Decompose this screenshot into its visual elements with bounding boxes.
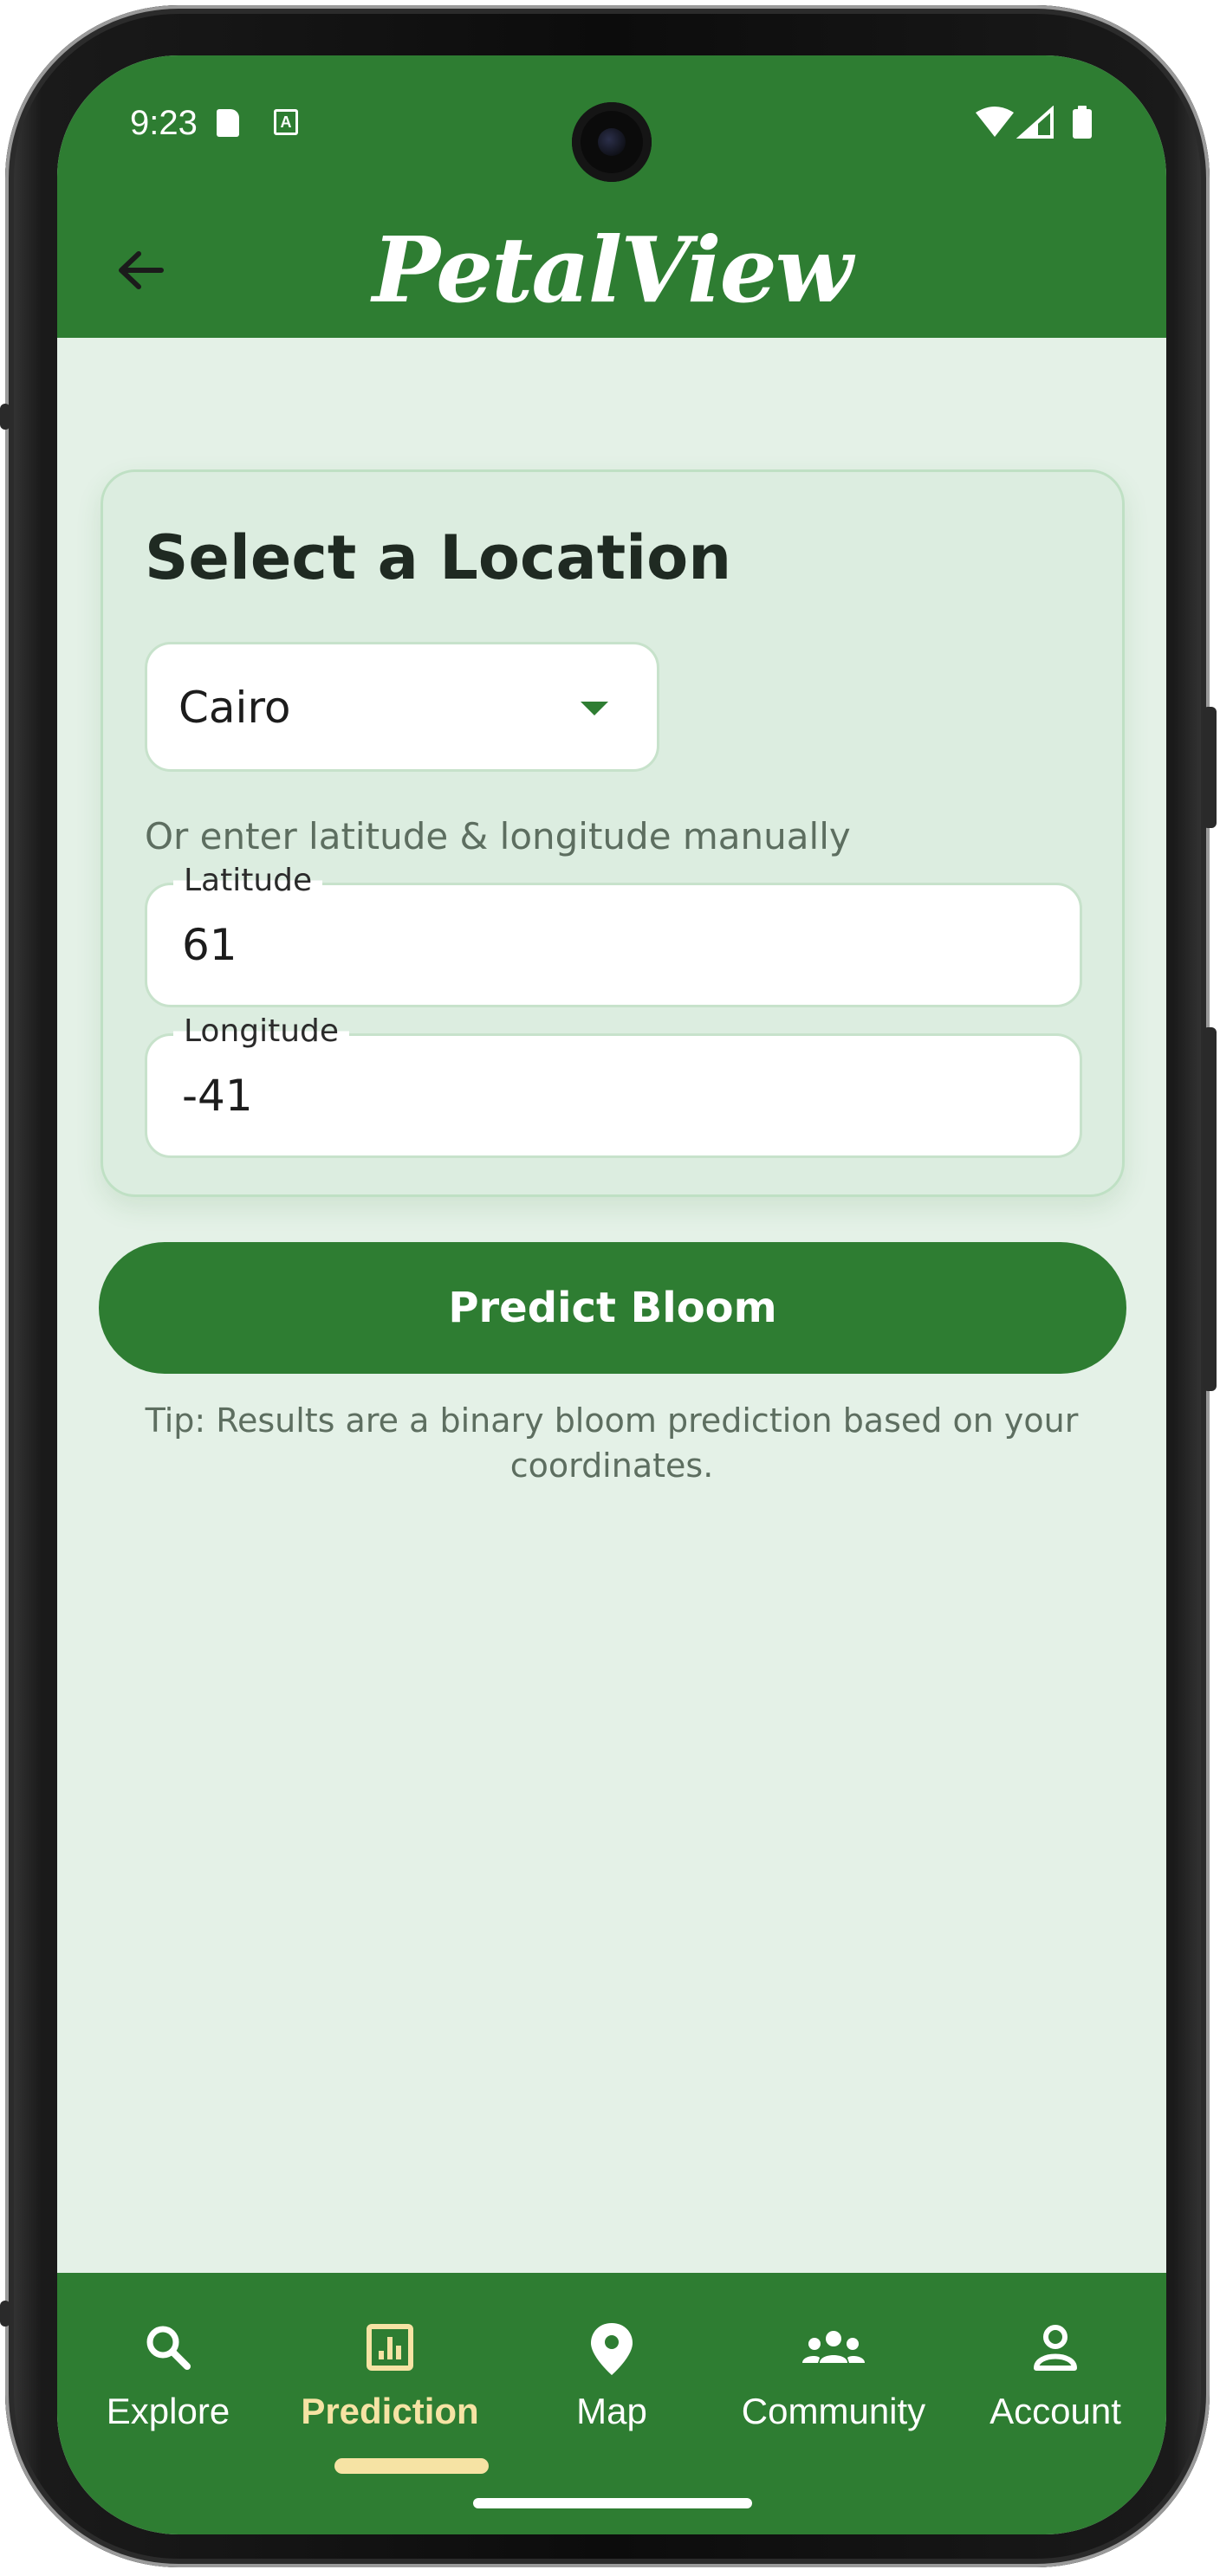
longitude-label: Longitude [173, 1013, 350, 1049]
longitude-field[interactable]: Longitude -41 [145, 1013, 1082, 1158]
nav-label-prediction: Prediction [301, 2391, 479, 2431]
nav-item-community[interactable]: Community [723, 2273, 944, 2481]
app-title: PetalView [372, 217, 853, 323]
nav-item-map[interactable]: Map [501, 2273, 723, 2481]
volume-button [1203, 1027, 1217, 1391]
power-button [1203, 707, 1217, 828]
frame-notch-bottom [0, 2301, 10, 2327]
latitude-field[interactable]: Latitude 61 [145, 863, 1082, 1007]
location-pin-icon [591, 2323, 633, 2375]
nav-item-account[interactable]: Account [944, 2273, 1166, 2481]
text-badge-icon: A [274, 109, 298, 135]
latitude-label: Latitude [173, 863, 323, 898]
battery-icon [1073, 106, 1092, 139]
nav-label-community: Community [741, 2391, 926, 2431]
people-icon [802, 2331, 865, 2363]
sd-card-icon [217, 109, 239, 137]
predict-bloom-button[interactable]: Predict Bloom [99, 1242, 1126, 1374]
person-icon [1034, 2325, 1077, 2371]
longitude-value: -41 [182, 1071, 253, 1121]
latitude-value: 61 [182, 920, 237, 970]
home-indicator[interactable] [473, 2498, 752, 2508]
caret-down-icon [581, 702, 608, 715]
frame-notch-top [0, 404, 10, 430]
location-dropdown-value: Cairo [178, 683, 291, 733]
tip-text: Tip: Results are a binary bloom predicti… [145, 1401, 1079, 1485]
search-icon [146, 2326, 191, 2370]
chart-icon [367, 2324, 413, 2371]
card-title: Select a Location [145, 522, 732, 593]
bottom-nav: Explore Prediction Map Community Account [57, 2273, 1166, 2534]
status-time: 9:23 [130, 104, 198, 142]
status-icons [976, 106, 1097, 140]
nav-item-explore[interactable]: Explore [57, 2273, 279, 2481]
screen: 9:23 A PetalView Select a Location Cairo… [57, 55, 1166, 2534]
active-indicator [334, 2458, 489, 2474]
phone-frame: 9:23 A PetalView Select a Location Cairo… [0, 5, 1217, 2567]
nav-item-prediction[interactable]: Prediction [279, 2273, 501, 2481]
wifi-icon [976, 107, 1014, 137]
nav-label-account: Account [990, 2391, 1121, 2431]
app-bar: 9:23 A PetalView [57, 55, 1166, 338]
front-camera [572, 102, 652, 182]
location-card: Select a Location Cairo Or enter latitud… [101, 469, 1125, 1197]
nav-label-map: Map [576, 2391, 647, 2431]
signal-icon [1016, 106, 1054, 139]
manual-entry-hint: Or enter latitude & longitude manually [145, 815, 851, 858]
nav-label-explore: Explore [106, 2391, 230, 2431]
location-dropdown[interactable]: Cairo [145, 642, 659, 772]
